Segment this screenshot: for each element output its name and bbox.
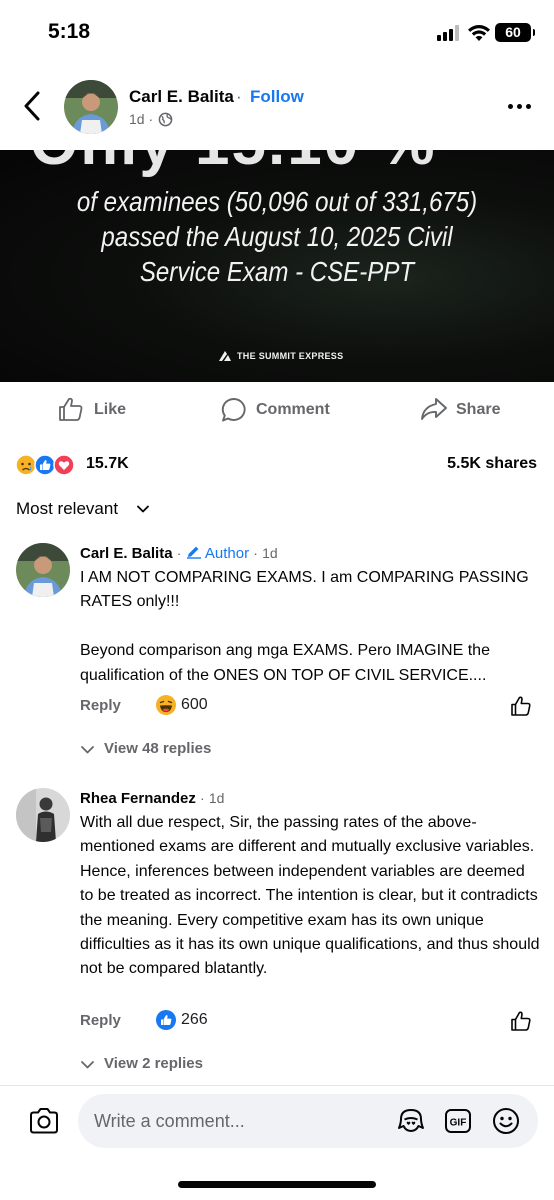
reply-button[interactable]: Reply [80, 697, 121, 714]
thumbs-up-icon [59, 397, 83, 421]
post-action-bar: Like Comment Share [0, 382, 554, 438]
comment-time: 1d [262, 545, 278, 561]
like-reaction-icon [156, 1010, 176, 1030]
globe-icon [158, 112, 173, 127]
author-badge: Author [204, 545, 250, 562]
comment-like-icon[interactable] [510, 695, 532, 717]
chevron-down-icon [81, 746, 94, 754]
shares-count[interactable]: 5.5K shares [447, 455, 537, 473]
avatar-sticker-icon[interactable] [396, 1106, 426, 1136]
share-label: Share [456, 401, 501, 418]
comment-reactions[interactable]: 600 [155, 694, 208, 718]
status-time: 5:18 [48, 20, 91, 43]
comment-reaction-count: 266 [181, 1011, 208, 1028]
comment-body: I AM NOT COMPARING EXAMS. I am COMPARING… [80, 566, 542, 688]
image-cut-headline: Only 15.10 % [30, 150, 437, 179]
emoji-icon[interactable] [491, 1106, 521, 1136]
reaction-icons [15, 454, 75, 476]
like-button[interactable]: Like [58, 394, 138, 424]
post-age[interactable]: 1d · [129, 111, 153, 127]
comment-button[interactable]: Comment [220, 394, 340, 424]
separator-dot: · [253, 545, 258, 561]
post-image[interactable]: Only 15.10 % of examinees (50,096 out of… [0, 150, 554, 382]
follow-button[interactable]: Follow [250, 87, 304, 107]
love-reaction-icon [53, 454, 75, 476]
author-avatar[interactable] [64, 80, 118, 134]
comment-bubble-icon [221, 398, 246, 422]
comment-text: I AM NOT COMPARING EXAMS. I am COMPARING… [80, 569, 529, 611]
separator-dot: · [176, 545, 182, 561]
pencil-icon [186, 546, 201, 559]
wifi-icon [468, 25, 490, 41]
chevron-down-icon [81, 1061, 94, 1069]
reaction-count[interactable]: 15.7K [86, 455, 129, 473]
separator-dot: · [236, 87, 242, 106]
share-arrow-icon [421, 398, 447, 420]
haha-reaction-icon [156, 695, 176, 715]
comment-sort-dropdown[interactable]: Most relevant [16, 499, 149, 521]
commenter-avatar[interactable] [16, 543, 70, 597]
image-text-line-2: passed the August 10, 2025 Civil [101, 221, 453, 252]
cellular-signal-icon [437, 25, 461, 41]
comment-time: 1d [208, 790, 225, 806]
author-name[interactable]: Carl E. Balita [129, 87, 234, 107]
commenter-avatar[interactable] [16, 788, 70, 842]
separator-dot: · [200, 790, 205, 806]
comment-body: With all due respect, Sir, the passing r… [80, 811, 542, 982]
commenter-name[interactable]: Carl E. Balita [80, 545, 173, 562]
comment-sort-label: Most relevant [16, 499, 119, 518]
comment-reactions[interactable]: 266 [155, 1009, 208, 1033]
comment-reaction-count: 600 [181, 696, 208, 713]
sad-reaction-icon [15, 454, 37, 476]
image-text-line-1: of examinees (50,096 out of 331,675) [76, 186, 478, 217]
post-header: Carl E. Balita · Follow 1d · [0, 66, 554, 150]
more-options-icon[interactable] [505, 102, 535, 114]
battery-indicator: 60 [495, 23, 535, 42]
comment-text: Beyond comparison ang mga EXAMS. Pero IM… [80, 642, 490, 684]
home-indicator [178, 1181, 376, 1188]
status-bar: 5:18 60 [0, 0, 554, 66]
back-arrow-icon[interactable] [18, 88, 48, 124]
summit-express-logo-icon [219, 351, 231, 361]
image-watermark: THE SUMMIT EXPRESS [237, 351, 344, 361]
gif-icon[interactable]: GIF [443, 1106, 473, 1136]
share-button[interactable]: Share [420, 394, 510, 424]
chevron-down-icon [137, 505, 149, 513]
comment-like-icon[interactable] [510, 1010, 532, 1032]
image-text-line-3: Service Exam - CSE-PPT [139, 256, 415, 287]
comment-header: Carl E. Balita · Author · 1d [80, 545, 278, 562]
reactions-summary[interactable]: 15.7K 5.5K shares [0, 446, 554, 482]
comment-header: Rhea Fernandez · 1d [80, 790, 224, 807]
view-replies-button[interactable]: View 48 replies [104, 740, 211, 757]
commenter-name[interactable]: Rhea Fernandez [80, 790, 196, 807]
comment-text: With all due respect, Sir, the passing r… [80, 814, 540, 978]
view-replies-button[interactable]: View 2 replies [104, 1055, 203, 1072]
like-reaction-icon [34, 454, 56, 476]
svg-text:GIF: GIF [450, 1118, 467, 1129]
camera-icon[interactable] [28, 1106, 60, 1136]
comment-label: Comment [256, 401, 330, 418]
reply-button[interactable]: Reply [80, 1012, 121, 1029]
like-label: Like [94, 401, 127, 418]
